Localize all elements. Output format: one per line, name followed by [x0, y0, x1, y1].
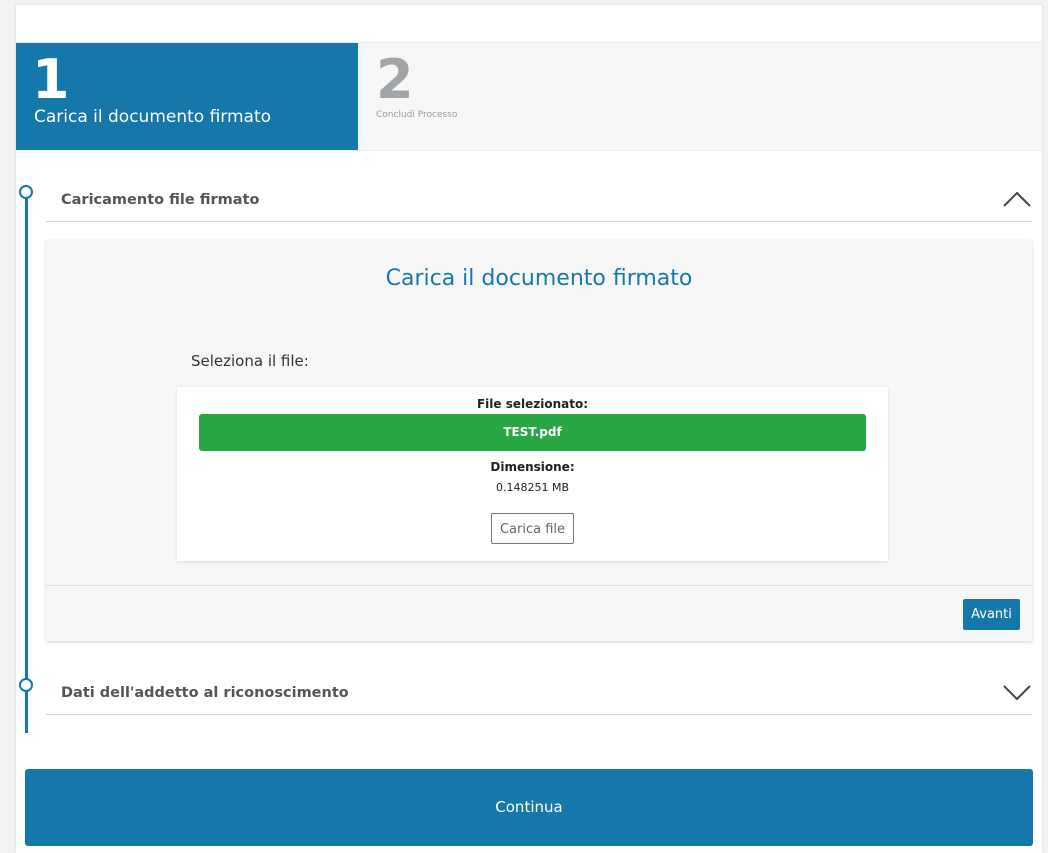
section-title-upload: Caricamento file firmato	[61, 192, 260, 208]
section-title-operator: Dati dell'addetto al riconoscimento	[61, 685, 349, 701]
panel-footer: Avanti	[46, 585, 1032, 642]
select-file-label: Seleziona il file:	[191, 352, 309, 370]
step-1-number: 1	[32, 48, 70, 111]
stepper: 1 Carica il documento firmato 2 Concludi…	[16, 42, 1042, 151]
step-2[interactable]: 2 Concludi Processo	[358, 43, 1042, 150]
timeline-line	[25, 190, 28, 733]
file-size-value: 0.148251 MB	[495, 481, 570, 494]
chevron-down-icon[interactable]	[1002, 682, 1032, 702]
section-header-upload[interactable]: Caricamento file firmato	[46, 177, 1032, 222]
selected-file-label: File selezionato:	[476, 397, 589, 411]
timeline-dot-1	[19, 185, 33, 199]
main-card: 1 Carica il documento firmato 2 Concludi…	[16, 5, 1042, 853]
upload-panel: Carica il documento firmato Seleziona il…	[46, 240, 1032, 641]
section-header-operator[interactable]: Dati dell'addetto al riconoscimento	[46, 670, 1032, 715]
chevron-up-icon[interactable]	[1002, 189, 1032, 209]
file-box: File selezionato: TEST.pdf Dimensione: 0…	[177, 387, 888, 561]
step-1[interactable]: 1 Carica il documento firmato	[16, 43, 358, 150]
selected-file-name: TEST.pdf	[199, 414, 866, 451]
continue-button[interactable]: Continua	[25, 769, 1033, 846]
step-2-number: 2	[376, 48, 414, 111]
timeline-dot-2	[19, 678, 33, 692]
upload-file-button[interactable]: Carica file	[491, 513, 574, 544]
step-1-label: Carica il documento firmato	[34, 107, 272, 127]
file-size-label: Dimensione:	[490, 460, 575, 474]
next-button[interactable]: Avanti	[963, 599, 1020, 630]
panel-title: Carica il documento firmato	[385, 266, 693, 291]
step-2-label: Concludi Processo	[376, 110, 458, 120]
